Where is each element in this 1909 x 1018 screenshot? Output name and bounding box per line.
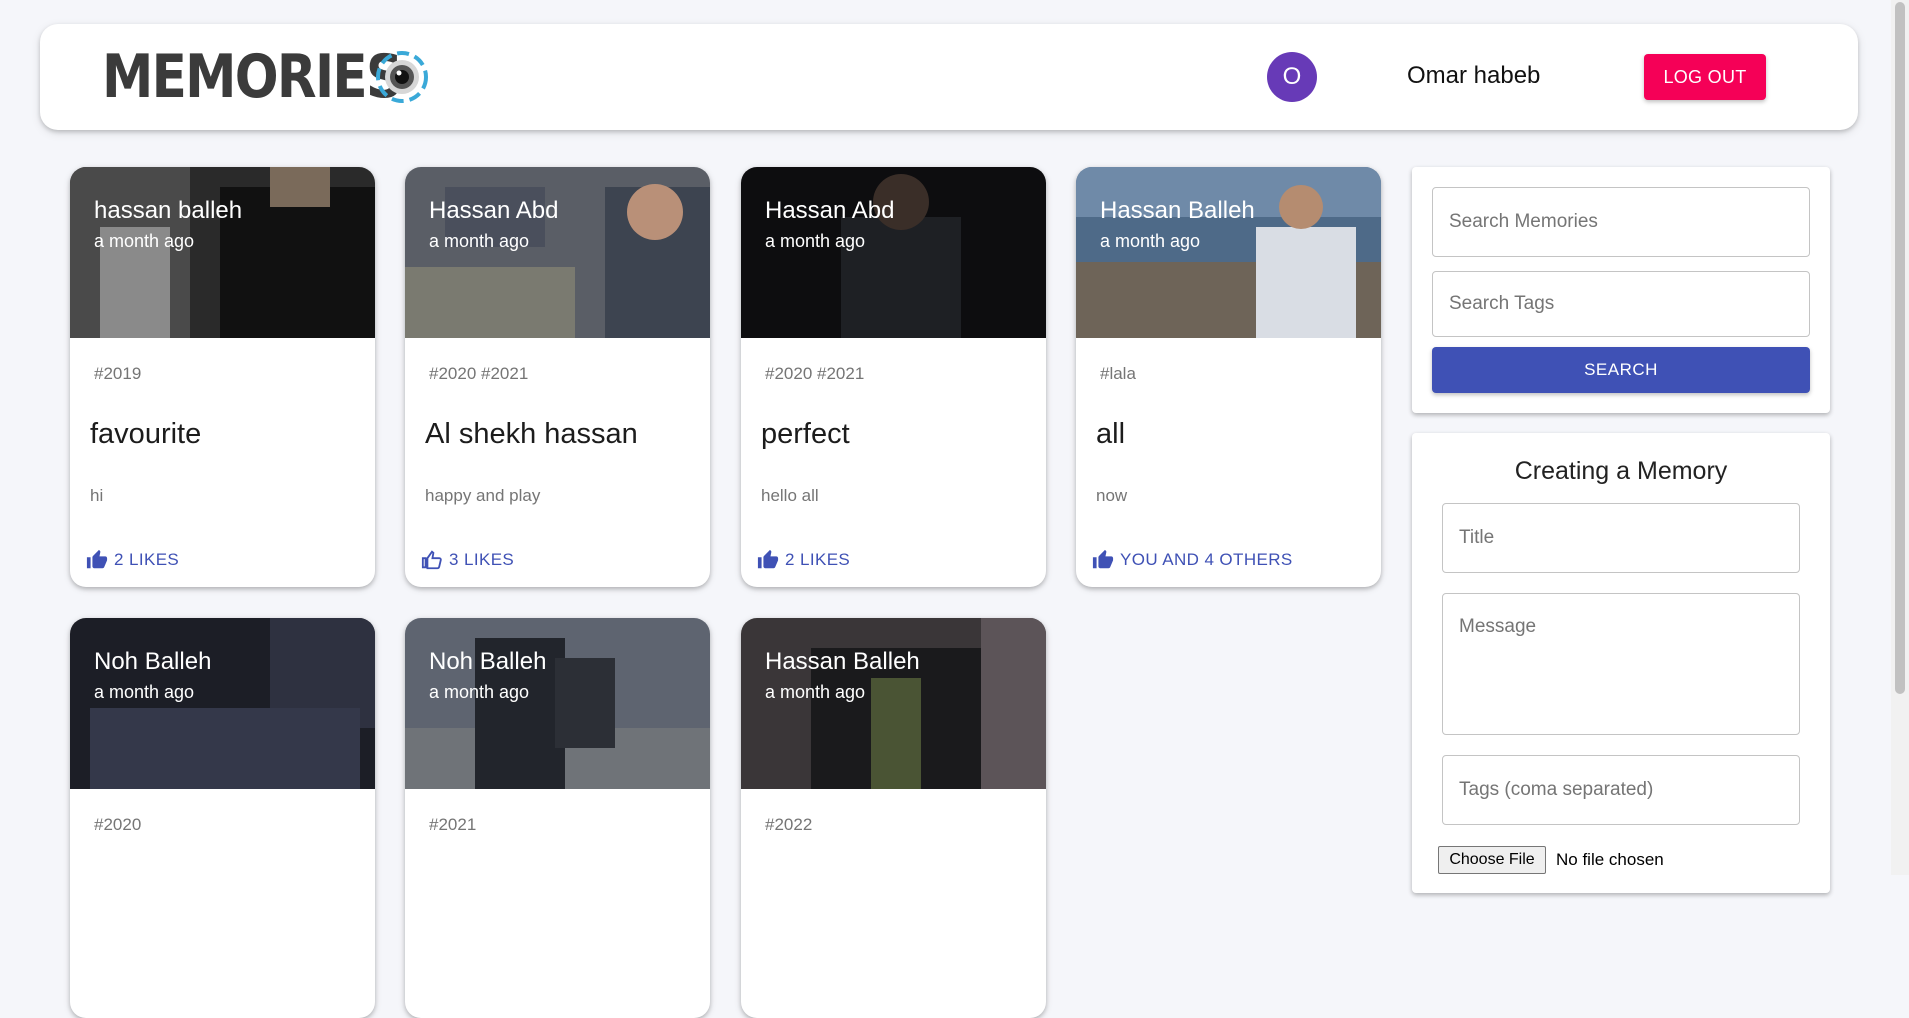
card-image — [405, 618, 710, 789]
search-tags-input[interactable] — [1433, 272, 1809, 336]
card-title: Al shekh hassan — [425, 418, 638, 450]
tags-field[interactable] — [1442, 755, 1800, 825]
avatar[interactable]: O — [1267, 52, 1317, 102]
card-time: a month ago — [429, 682, 530, 702]
card-image — [741, 618, 1046, 789]
camera-lens-icon — [376, 51, 428, 103]
logout-button[interactable]: LOG OUT — [1644, 54, 1766, 100]
thumb-up-icon — [86, 549, 108, 569]
memory-card[interactable]: Noh Balleh a month ago #2021 — [405, 618, 710, 1018]
card-image — [405, 167, 710, 338]
card-time: a month ago — [765, 682, 866, 702]
card-tags: #2020 #2021 — [429, 364, 529, 383]
app-bar: MEMORIES O Omar habeb LOG OUT — [40, 24, 1858, 130]
page-scrollbar[interactable] — [1891, 0, 1909, 875]
user-name: Omar habeb — [1407, 62, 1541, 89]
card-message: hello all — [761, 486, 819, 505]
card-time: a month ago — [1100, 231, 1201, 251]
thumb-up-icon — [1092, 549, 1114, 569]
search-button[interactable]: SEARCH — [1432, 347, 1810, 393]
search-panel: SEARCH — [1412, 167, 1830, 413]
like-count: 2 LIKES — [785, 550, 851, 569]
memory-card[interactable]: hassan balleh a month ago #2019 favourit… — [70, 167, 375, 587]
like-count: YOU AND 4 OTHERS — [1120, 550, 1293, 569]
thumb-up-icon — [757, 549, 779, 569]
scrollbar-thumb[interactable] — [1895, 2, 1905, 694]
card-author: Hassan Balleh — [765, 648, 920, 675]
card-tags: #2020 #2021 — [765, 364, 865, 383]
tags-input[interactable] — [1443, 756, 1799, 824]
message-field[interactable] — [1442, 593, 1800, 735]
card-author: Noh Balleh — [429, 648, 547, 675]
card-time: a month ago — [94, 682, 195, 702]
card-tags: #lala — [1100, 364, 1136, 383]
card-author: Hassan Abd — [765, 197, 895, 224]
card-tags: #2021 — [429, 815, 477, 834]
form-heading: Creating a Memory — [1514, 457, 1728, 485]
card-image — [741, 167, 1046, 338]
card-message: happy and play — [425, 486, 541, 505]
search-memories-field[interactable] — [1432, 187, 1810, 257]
memory-card[interactable]: Hassan Balleh a month ago #lala all now … — [1076, 167, 1381, 587]
card-image — [1076, 167, 1381, 338]
file-status: No file chosen — [1556, 850, 1664, 869]
title-input[interactable] — [1443, 504, 1799, 572]
card-image — [70, 167, 375, 338]
card-tags: #2022 — [765, 815, 813, 834]
like-button[interactable]: 2 LIKES — [757, 545, 850, 575]
create-memory-panel: Creating a Memory Choose File No file ch… — [1412, 433, 1830, 893]
memory-card[interactable]: Hassan Abd a month ago #2020 #2021 Al sh… — [405, 167, 710, 587]
card-message: now — [1096, 486, 1128, 505]
card-time: a month ago — [765, 231, 866, 251]
card-title: perfect — [761, 418, 850, 450]
logo-text[interactable]: MEMORIES — [102, 42, 403, 112]
card-author: hassan balleh — [94, 197, 243, 224]
card-time: a month ago — [429, 231, 530, 251]
card-image — [70, 618, 375, 789]
card-title: favourite — [90, 418, 202, 450]
card-tags: #2019 — [94, 364, 142, 383]
card-author: Hassan Abd — [429, 197, 559, 224]
memory-card[interactable]: Noh Balleh a month ago #2020 — [70, 618, 375, 1018]
card-tags: #2020 — [94, 815, 142, 834]
thumb-up-outline-icon — [421, 550, 442, 570]
search-tags-field[interactable] — [1432, 271, 1810, 337]
card-message: hi — [90, 486, 104, 505]
like-button[interactable]: YOU AND 4 OTHERS — [1092, 545, 1293, 575]
card-author: Hassan Balleh — [1100, 197, 1255, 224]
like-button[interactable]: 3 LIKES — [421, 545, 514, 575]
search-memories-input[interactable] — [1433, 188, 1809, 256]
like-button[interactable]: 2 LIKES — [86, 545, 179, 575]
card-time: a month ago — [94, 231, 195, 251]
message-input[interactable] — [1443, 594, 1799, 734]
memory-card[interactable]: Hassan Balleh a month ago #2022 — [741, 618, 1046, 1018]
memory-card[interactable]: Hassan Abd a month ago #2020 #2021 perfe… — [741, 167, 1046, 587]
like-count: 3 LIKES — [449, 550, 515, 569]
like-count: 2 LIKES — [114, 550, 180, 569]
title-field[interactable] — [1442, 503, 1800, 573]
card-author: Noh Balleh — [94, 648, 212, 675]
choose-file-button[interactable]: Choose File — [1438, 846, 1546, 874]
card-title: all — [1096, 418, 1126, 450]
